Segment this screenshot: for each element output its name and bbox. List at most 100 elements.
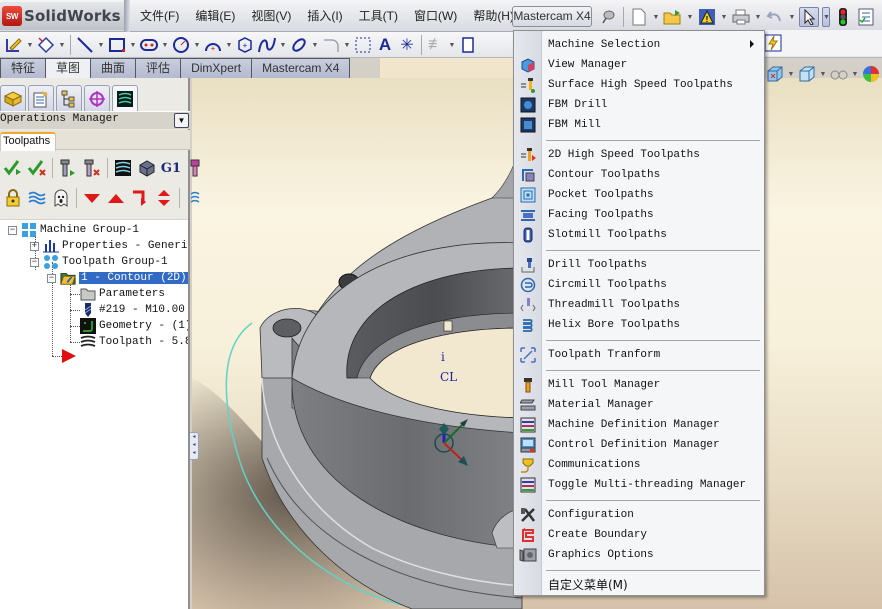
spline-icon[interactable] [257,35,277,55]
construction-geometry-icon[interactable] [353,35,373,55]
tab-evaluate[interactable]: 评估 [135,58,182,78]
menu-insert[interactable]: 插入(I) [299,0,350,32]
select-all-ops-icon[interactable] [2,157,24,179]
expand-toggle[interactable]: + [30,241,39,251]
fillet-icon[interactable] [321,35,341,55]
menu-edit[interactable]: 编辑(E) [187,0,243,32]
menu-item-pocket[interactable]: Pocket Toolpaths [514,185,764,205]
tree-item-toolpath[interactable]: Toolpath - 5.8F [80,334,188,350]
circle-dropdown-arrow[interactable]: ▼ [193,42,201,49]
traffic-light-icon[interactable] [833,7,853,27]
print-dropdown-arrow[interactable]: ▼ [754,14,762,21]
display-style-icon[interactable] [797,64,817,84]
print-icon[interactable] [731,7,751,27]
tree-item-properties[interactable]: + Properties - Generic [30,238,188,254]
backplot-icon[interactable] [57,157,79,179]
rectangle-dropdown-arrow[interactable]: ▼ [129,42,137,49]
line-icon[interactable] [75,35,95,55]
property-manager-icon[interactable] [28,85,54,111]
tab-surfaces[interactable]: 曲面 [90,58,137,78]
line-dropdown-arrow[interactable]: ▼ [97,42,105,49]
menu-item-mill-tool-manager[interactable]: Mill Tool Manager [514,375,764,395]
menu-tools[interactable]: 工具(T) [351,0,406,32]
menu-item-2d-high-speed[interactable]: 2D High Speed Toolpaths [514,145,764,165]
tree-item-contour-operation[interactable]: − 1 - Contour (2D) - [47,270,188,286]
tree-item-machine-group[interactable]: − Machine Group-1 [8,222,139,238]
undo-icon[interactable] [765,7,785,27]
sketch-dropdown-arrow[interactable]: ▼ [26,42,34,49]
menu-file[interactable]: 文件(F) [132,0,187,32]
menu-item-create-boundary[interactable]: Create Boundary [514,525,764,545]
text-icon[interactable]: A [375,35,395,55]
pin-icon[interactable] [598,7,618,27]
appearance-icon[interactable] [861,64,881,84]
circle-icon[interactable] [171,35,191,55]
menu-item-fbm-mill[interactable]: FBM Mill [514,115,764,135]
menu-window[interactable]: 窗口(W) [406,0,465,32]
tab-sketch[interactable]: 草图 [45,58,92,79]
toggle-toolpath-display-icon[interactable] [112,157,134,179]
hide-show-dropdown-arrow[interactable]: ▼ [851,71,859,78]
menu-item-material-manager[interactable]: Material Manager [514,395,764,415]
lock-icon[interactable] [2,187,24,209]
regenerate-dirty-ops-icon[interactable] [26,157,48,179]
dimxpert-manager-icon[interactable] [84,85,110,111]
view-orientation-dropdown-arrow[interactable]: ▼ [787,71,795,78]
menu-item-toolpath-transform[interactable]: Toolpath Tranform [514,345,764,365]
menu-item-circmill[interactable]: Circmill Toolpaths [514,275,764,295]
collapse-toggle[interactable]: − [30,257,39,267]
panel-menu-dropdown[interactable]: ▼ [174,113,189,128]
toggle-display-icon[interactable] [26,187,48,209]
menu-item-communications[interactable]: Communications [514,455,764,475]
menu-item-toggle-multithreading[interactable]: Toggle Multi-threading Manager [514,475,764,495]
ellipse-dropdown-arrow[interactable]: ▼ [311,42,319,49]
move-down-icon[interactable] [81,187,103,209]
tab-features[interactable]: 特征 [0,58,47,78]
collapse-toggle[interactable]: − [8,225,17,235]
verify-icon[interactable] [81,157,103,179]
more-icon[interactable] [184,187,206,209]
rebuild-icon[interactable]: ! [697,7,717,27]
display-icon[interactable] [458,35,478,55]
tree-item-parameters[interactable]: Parameters [80,286,165,302]
mastercam-operations-icon[interactable] [112,85,138,111]
scroll-icon[interactable] [153,187,175,209]
view-orientation-icon[interactable] [765,64,785,84]
options-icon[interactable] [856,7,876,27]
slot-dropdown-arrow[interactable]: ▼ [161,42,169,49]
tree-item-geometry[interactable]: Geometry - (1) [80,318,188,334]
arc-icon[interactable]: + [203,35,223,55]
menu-item-facing[interactable]: Facing Toolpaths [514,205,764,225]
menu-item-graphics-options[interactable]: Graphics Options [514,545,764,565]
new-dropdown-arrow[interactable]: ▼ [652,14,660,21]
ellipse-icon[interactable] [289,35,309,55]
open-dropdown-arrow[interactable]: ▼ [686,14,694,21]
new-document-icon[interactable] [629,7,649,27]
smart-dimension-icon[interactable] [36,35,56,55]
menu-item-control-definition[interactable]: Control Definition Manager [514,435,764,455]
menu-item-machine-selection[interactable]: Machine Selection [514,35,764,55]
point-icon[interactable]: ✳ [397,35,417,55]
polygon-icon[interactable]: + [235,35,255,55]
menu-item-configuration[interactable]: Configuration [514,505,764,525]
post-g1-icon[interactable]: G1 [160,157,182,179]
mastercam-lightning-icon[interactable] [763,33,783,53]
mirror-icon[interactable]: ≢ [426,35,446,55]
display-style-dropdown-arrow[interactable]: ▼ [819,71,827,78]
fillet-dropdown-arrow[interactable]: ▼ [343,42,351,49]
select-dropdown-arrow[interactable]: ▼ [822,7,830,27]
tab-mastercam[interactable]: Mastercam X4 [251,58,351,78]
menu-item-view-manager[interactable]: View Manager [514,55,764,75]
dimension-dropdown-arrow[interactable]: ▼ [58,42,66,49]
select-pointer-icon[interactable] [799,7,819,27]
tree-item-tool[interactable]: #219 - M10.00 E [80,302,188,318]
menu-item-machine-definition[interactable]: Machine Definition Manager [514,415,764,435]
panel-collapse-grip[interactable]: ◂ ◂ ◂ [190,432,199,460]
tab-dimxpert[interactable]: DimXpert [180,58,253,78]
rebuild-dropdown-arrow[interactable]: ▼ [720,14,728,21]
configuration-manager-icon[interactable] [56,85,82,111]
tool-icon[interactable] [184,157,206,179]
open-icon[interactable] [663,7,683,27]
arc-dropdown-arrow[interactable]: ▼ [225,42,233,49]
rectangle-icon[interactable] [107,35,127,55]
